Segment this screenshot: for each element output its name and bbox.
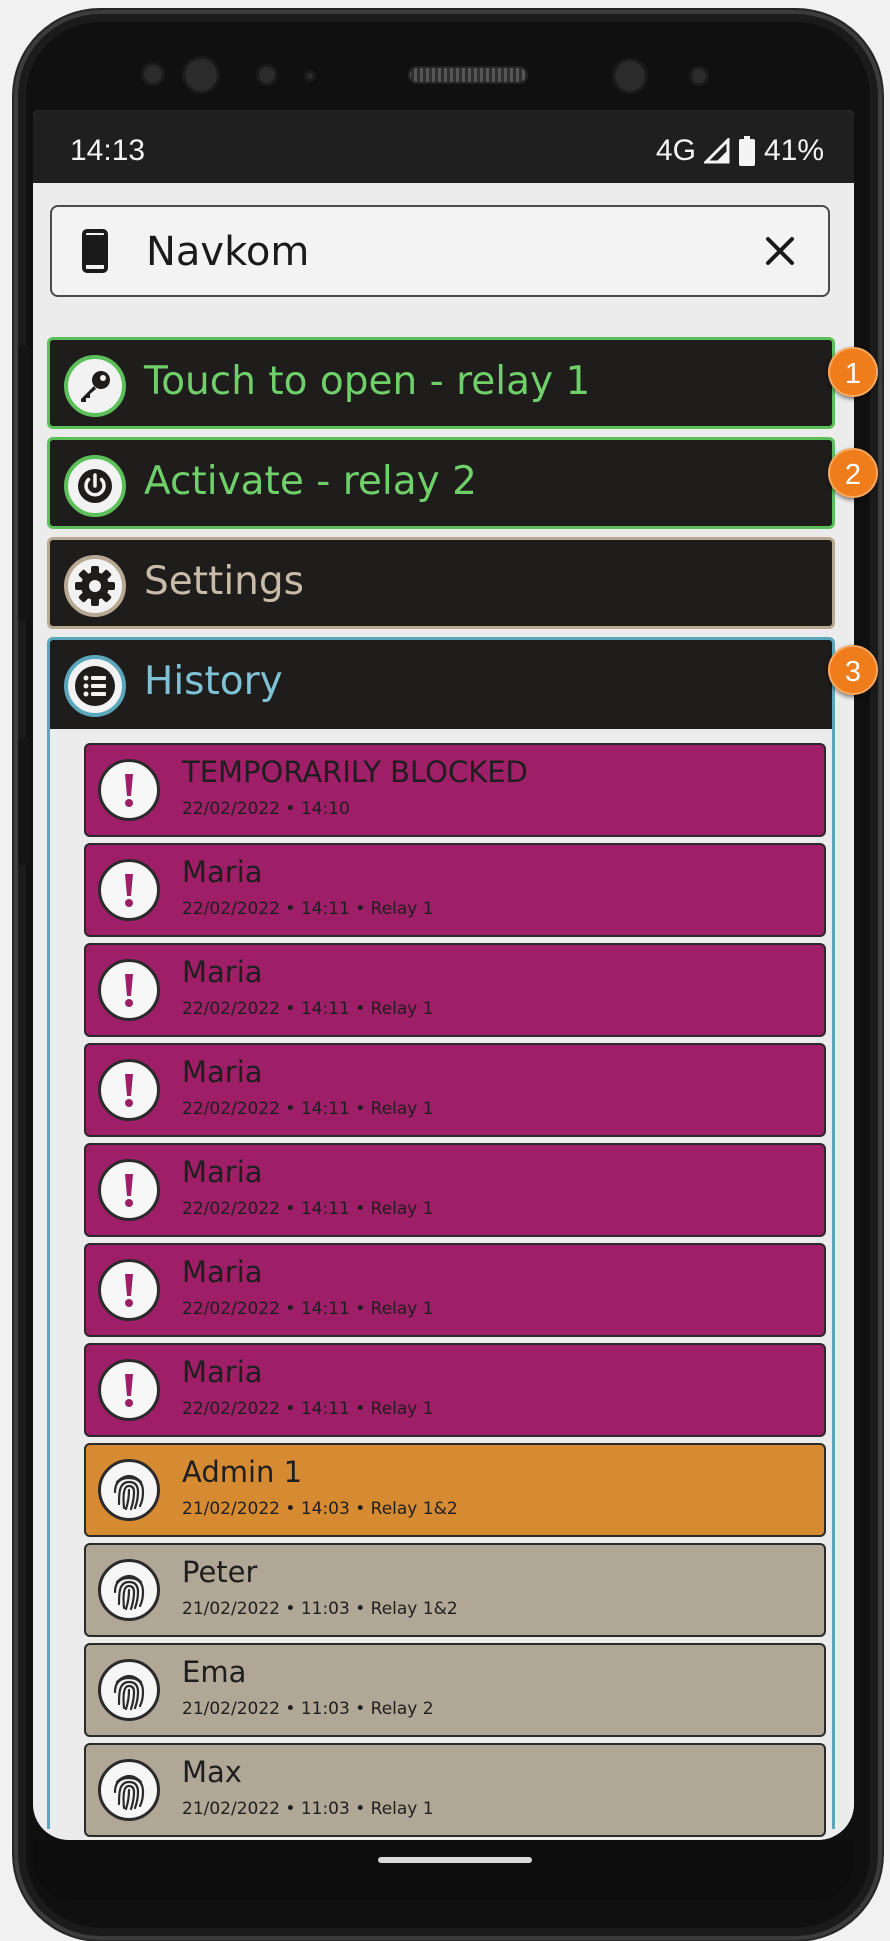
fingerprint-icon [98,1559,160,1621]
close-icon[interactable] [752,223,808,279]
history-name: TEMPORARILY BLOCKED [182,755,528,789]
status-indicators: 4G 41% [656,134,824,168]
history-meta: 22/02/2022 • 14:11 • Relay 1 [182,899,434,919]
history-item[interactable]: Maria 22/02/2022 • 14:11 • Relay 1 [84,1243,826,1337]
exclamation-icon [98,759,160,821]
history-item[interactable]: Maria 22/02/2022 • 14:11 • Relay 1 [84,843,826,937]
history-item[interactable]: TEMPORARILY BLOCKED 22/02/2022 • 14:10 [84,743,826,837]
history-meta: 21/02/2022 • 11:03 • Relay 2 [182,1699,434,1719]
screen: 14:13 4G 41% Navkom Touch to open - rela… [33,110,854,1840]
history-meta: 22/02/2022 • 14:11 • Relay 1 [182,1099,434,1119]
exclamation-icon [98,1259,160,1321]
app-content: Navkom Touch to open - relay 1 Activate … [33,183,854,1840]
history-item[interactable]: Ema 21/02/2022 • 11:03 • Relay 2 [84,1643,826,1737]
gear-icon [64,555,126,617]
history-meta: 22/02/2022 • 14:11 • Relay 1 [182,1199,434,1219]
callout-badge-2: 2 [828,448,878,498]
history-item[interactable]: Peter 21/02/2022 • 11:03 • Relay 1&2 [84,1543,826,1637]
exclamation-icon [98,859,160,921]
history-meta: 21/02/2022 • 11:03 • Relay 1 [182,1799,434,1819]
home-indicator[interactable] [378,1857,532,1863]
history-meta: 22/02/2022 • 14:11 • Relay 1 [182,999,434,1019]
fingerprint-icon [98,1459,160,1521]
exclamation-icon [98,1159,160,1221]
sensor-icon [689,66,709,86]
history-name: Maria [182,1055,263,1089]
activate-relay-button[interactable]: Activate - relay 2 [47,437,835,529]
history-meta: 22/02/2022 • 14:10 [182,799,350,819]
iris-camera-icon [612,58,648,94]
touch-to-open-button[interactable]: Touch to open - relay 1 [47,337,835,429]
navigation-bar [33,1840,854,1900]
menu-label: Settings [144,559,304,604]
history-name: Admin 1 [182,1455,303,1489]
list-icon [64,655,126,717]
history-name: Max [182,1755,242,1789]
key-icon [64,355,126,417]
power-button [18,738,30,865]
earpiece-speaker [408,66,528,84]
fingerprint-icon [98,1659,160,1721]
smartphone-icon [82,229,108,273]
history-meta: 22/02/2022 • 14:11 • Relay 1 [182,1299,434,1319]
app-title: Navkom [146,229,310,275]
history-name: Maria [182,1155,263,1189]
history-name: Maria [182,855,263,889]
sensor-icon [256,64,278,86]
volume-button [18,345,30,621]
battery-icon [738,136,755,166]
history-item[interactable]: Max 21/02/2022 • 11:03 • Relay 1 [84,1743,826,1837]
menu-label: Touch to open - relay 1 [144,359,591,404]
history-name: Maria [182,1255,263,1289]
history-name: Ema [182,1655,247,1689]
callout-badge-1: 1 [828,347,878,397]
history-item[interactable]: Maria 22/02/2022 • 14:11 • Relay 1 [84,1143,826,1237]
history-meta: 21/02/2022 • 14:03 • Relay 1&2 [182,1499,458,1519]
history-item[interactable]: Maria 22/02/2022 • 14:11 • Relay 1 [84,1343,826,1437]
exclamation-icon [98,1359,160,1421]
network-type: 4G [655,134,696,167]
exclamation-icon [98,959,160,1021]
history-meta: 22/02/2022 • 14:11 • Relay 1 [182,1399,434,1419]
front-camera-icon [141,62,165,86]
fingerprint-icon [98,1759,160,1821]
history-name: Maria [182,955,263,989]
history-name: Maria [182,1355,263,1389]
history-name: Peter [182,1555,258,1589]
history-item[interactable]: Maria 22/02/2022 • 14:11 • Relay 1 [84,943,826,1037]
exclamation-icon [98,1059,160,1121]
menu-label: Activate - relay 2 [144,459,477,504]
front-camera-icon [182,56,220,94]
history-meta: 21/02/2022 • 11:03 • Relay 1&2 [182,1599,458,1619]
history-item[interactable]: Maria 22/02/2022 • 14:11 • Relay 1 [84,1043,826,1137]
status-time: 14:13 [70,134,146,167]
sensor-icon [304,70,316,82]
history-item[interactable]: Admin 1 21/02/2022 • 14:03 • Relay 1&2 [84,1443,826,1537]
history-list: TEMPORARILY BLOCKED 22/02/2022 • 14:10 M… [47,729,835,1837]
signal-icon [703,138,730,164]
settings-button[interactable]: Settings [47,537,835,629]
history-button[interactable]: History [47,637,835,729]
title-bar: Navkom [50,205,830,297]
power-icon [64,455,126,517]
battery-percent: 41% [763,134,824,167]
menu-label: History [144,659,283,704]
status-bar: 14:13 4G 41% [33,110,854,183]
callout-badge-3: 3 [828,645,878,695]
